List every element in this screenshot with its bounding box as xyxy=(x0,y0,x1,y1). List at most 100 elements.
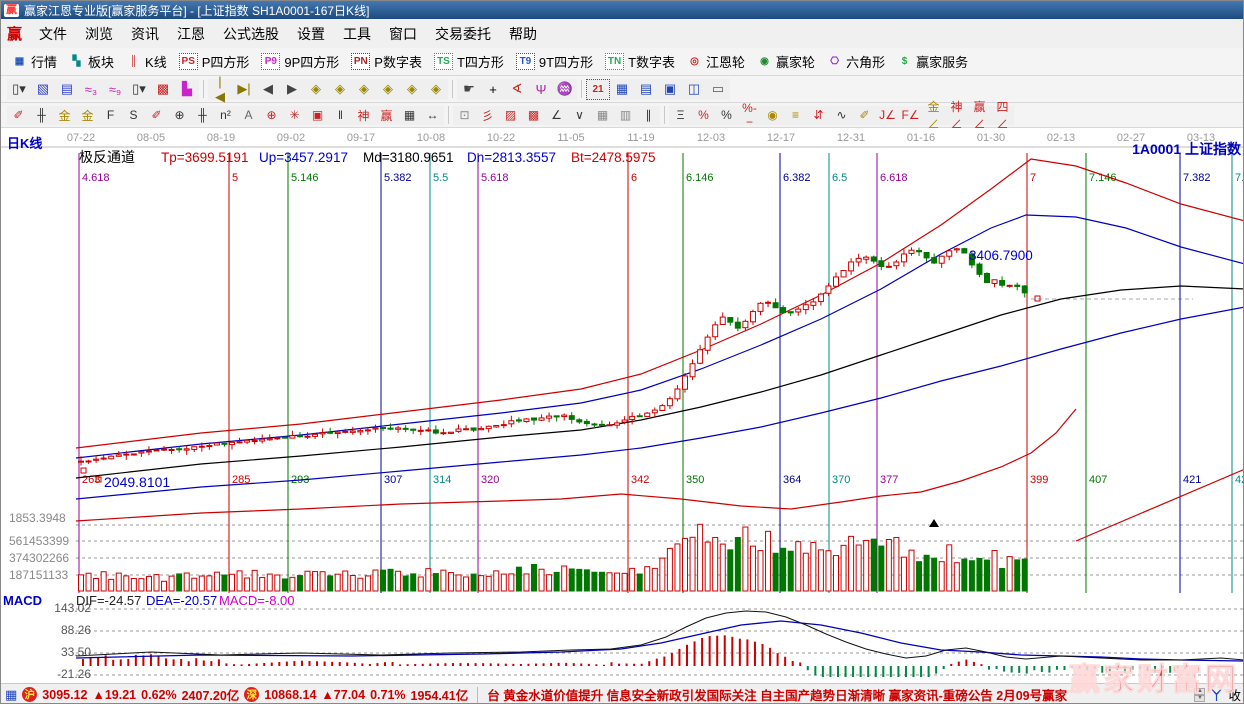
tool-grid-lines[interactable]: ╫ xyxy=(30,106,53,125)
tool-calculator[interactable]: ▦ xyxy=(610,79,634,100)
tool-zigzag-3[interactable]: ≈₃ xyxy=(79,79,103,100)
toolbar-kline-button[interactable]: ║K线 xyxy=(121,51,172,73)
tool-notes[interactable]: ▤ xyxy=(634,79,658,100)
spinner-up-icon[interactable]: ▲ xyxy=(1194,688,1205,695)
tool-v-line[interactable]: ∨ xyxy=(568,106,591,125)
tool-ying-angle[interactable]: 赢∠ xyxy=(968,106,991,125)
tool-wave-box[interactable]: ▧ xyxy=(31,79,55,100)
tool-box-x[interactable]: ▨ xyxy=(499,106,522,125)
ticker-spinner[interactable]: ▲ ▼ xyxy=(1194,688,1205,702)
tool-gold-pencil[interactable]: ✐ xyxy=(853,106,876,125)
toolbar-t-square-button[interactable]: TST四方形 xyxy=(429,51,509,73)
tool-s-grid[interactable]: S xyxy=(122,106,145,125)
tool-gold-grid-1[interactable]: 金 xyxy=(53,106,76,125)
menu-item-9[interactable]: 帮助 xyxy=(500,21,546,47)
tool-red-target[interactable]: ⊕ xyxy=(260,106,283,125)
tool-box-target[interactable]: ▣ xyxy=(306,106,329,125)
menu-item-8[interactable]: 交易委托 xyxy=(426,21,500,47)
tool-percent[interactable]: % xyxy=(715,106,738,125)
tool-grid-box-2[interactable]: ▥ xyxy=(614,106,637,125)
tool-box-dense[interactable]: ▩ xyxy=(522,106,545,125)
tool-si-angle[interactable]: 四∠ xyxy=(991,106,1014,125)
tool-zoom-h-out[interactable]: ◈ xyxy=(352,79,376,100)
tool-shen-grid[interactable]: 神 xyxy=(352,106,375,125)
tool-zigzag-9[interactable]: ≈₉ xyxy=(103,79,127,100)
tool-pencil[interactable]: ✐ xyxy=(7,106,30,125)
tool-network[interactable]: ◫ xyxy=(682,79,706,100)
tool-gann-shape-tool[interactable]: Ψ xyxy=(529,79,553,100)
tool-calendar[interactable]: 21 xyxy=(586,79,610,100)
tool-info-panel[interactable]: ▤ xyxy=(55,79,79,100)
tool-pattern-box[interactable]: ▩ xyxy=(151,79,175,100)
toolbar-sectors-button[interactable]: ▚板块 xyxy=(64,51,119,73)
tool-angle-line[interactable]: ∠ xyxy=(545,106,568,125)
tool-arrows-updown[interactable]: ⇵ xyxy=(807,106,830,125)
tool-parallel-lines[interactable]: ∥ xyxy=(637,106,660,125)
menu-item-3[interactable]: 江恩 xyxy=(168,21,214,47)
tool-zoom-v-out[interactable]: ◈ xyxy=(424,79,448,100)
tool-gold-circle[interactable]: ◉ xyxy=(761,106,784,125)
tool-ying-grid[interactable]: 赢 xyxy=(375,106,398,125)
toolbar-t-number-table-button[interactable]: TNT数字表 xyxy=(600,51,680,73)
tool-grid-box-1[interactable]: ▦ xyxy=(591,106,614,125)
tool-zoom-h-in[interactable]: ◈ xyxy=(376,79,400,100)
tool-wave-line[interactable]: ∿ xyxy=(830,106,853,125)
tool-angle-measure-tool[interactable]: ∢ xyxy=(505,79,529,100)
menu-item-7[interactable]: 窗口 xyxy=(380,21,426,47)
tool-hand-tool[interactable]: ☛ xyxy=(457,79,481,100)
tool-wave-tool[interactable]: ♒ xyxy=(553,79,577,100)
tool-gold-grid-2[interactable]: 金 xyxy=(76,106,99,125)
tool-crosshair-tool[interactable]: + xyxy=(481,79,505,100)
chart-area[interactable]: 07-2208-0508-1909-0209-1710-0810-2211-05… xyxy=(1,128,1244,683)
menu-item-5[interactable]: 设置 xyxy=(288,21,334,47)
spinner-down-icon[interactable]: ▼ xyxy=(1194,695,1205,702)
toolbar-9t-square-button[interactable]: T99T四方形 xyxy=(511,51,598,73)
tool-pencil-red[interactable]: ✐ xyxy=(145,106,168,125)
tool-jump-first[interactable]: |◀ xyxy=(208,79,232,100)
tool-percent-red[interactable]: % xyxy=(692,106,715,125)
tool-n-square[interactable]: n² xyxy=(214,106,237,125)
menu-item-4[interactable]: 公式选股 xyxy=(214,21,288,47)
tool-a-flag[interactable]: A xyxy=(237,106,260,125)
tool-printer[interactable]: ▭ xyxy=(706,79,730,100)
tool-circle-target[interactable]: ⊕ xyxy=(168,106,191,125)
tool-red-star[interactable]: ✳ xyxy=(283,106,306,125)
menu-item-0[interactable]: 文件 xyxy=(30,21,76,47)
tool-page-prev[interactable]: ◀ xyxy=(256,79,280,100)
collapse-button[interactable]: 收 xyxy=(1228,685,1241,704)
tool-h-arrows[interactable]: ↔ xyxy=(421,106,444,125)
tool-candle-type-dropdown[interactable]: ▯▾ xyxy=(127,79,151,100)
tool-number-grid[interactable]: ▦ xyxy=(398,106,421,125)
tool-zoom-right[interactable]: ◈ xyxy=(328,79,352,100)
menu-item-2[interactable]: 资讯 xyxy=(122,21,168,47)
menu-item-6[interactable]: 工具 xyxy=(334,21,380,47)
market-grid-icon[interactable]: ▦ xyxy=(5,687,17,703)
tool-fan-lines[interactable]: 彡 xyxy=(476,106,499,125)
toolbar-winner-wheel-button[interactable]: ◉赢家轮 xyxy=(752,51,820,73)
tool-box-tool[interactable]: ⊡ xyxy=(453,106,476,125)
tool-tick-marks[interactable]: ‖ xyxy=(329,106,352,125)
tool-jump-last[interactable]: ▶| xyxy=(232,79,256,100)
toolbar-gann-wheel-button[interactable]: ◎江恩轮 xyxy=(682,51,750,73)
tool-f-grid[interactable]: F xyxy=(99,106,122,125)
tool-shen-angle[interactable]: 神∠ xyxy=(945,106,968,125)
kline-chart[interactable]: 07-2208-0508-1909-0209-1710-0810-2211-05… xyxy=(1,128,1244,683)
tool-zoom-v-in[interactable]: ◈ xyxy=(400,79,424,100)
tool-e-percent[interactable]: Ξ xyxy=(669,106,692,125)
toolbar-p-square-button[interactable]: PSP四方形 xyxy=(174,51,255,73)
tool-page-next[interactable]: ▶ xyxy=(280,79,304,100)
tool-percent-line[interactable]: %­− xyxy=(738,106,761,125)
tool-candle-style-dropdown[interactable]: ▯▾ xyxy=(7,79,31,100)
tool-gold-angle[interactable]: 金∠ xyxy=(922,106,945,125)
toolbar-9p-square-button[interactable]: P99P四方形 xyxy=(256,51,344,73)
tool-hatch-grid[interactable]: ╫ xyxy=(191,106,214,125)
toolbar-hexagon-button[interactable]: ⎔六角形 xyxy=(822,51,890,73)
tool-save[interactable]: ▣ xyxy=(658,79,682,100)
toolbar-winner-service-button[interactable]: $赢家服务 xyxy=(892,51,973,73)
toolbar-quotes-button[interactable]: ▦行情 xyxy=(7,51,62,73)
tool-zoom-left[interactable]: ◈ xyxy=(304,79,328,100)
tool-color-bars[interactable]: ▙ xyxy=(175,79,199,100)
tool-j-angle[interactable]: J∠ xyxy=(876,106,899,125)
toolbar-p-number-table-button[interactable]: PNP数字表 xyxy=(346,51,427,73)
tool-f-angle[interactable]: F∠ xyxy=(899,106,922,125)
